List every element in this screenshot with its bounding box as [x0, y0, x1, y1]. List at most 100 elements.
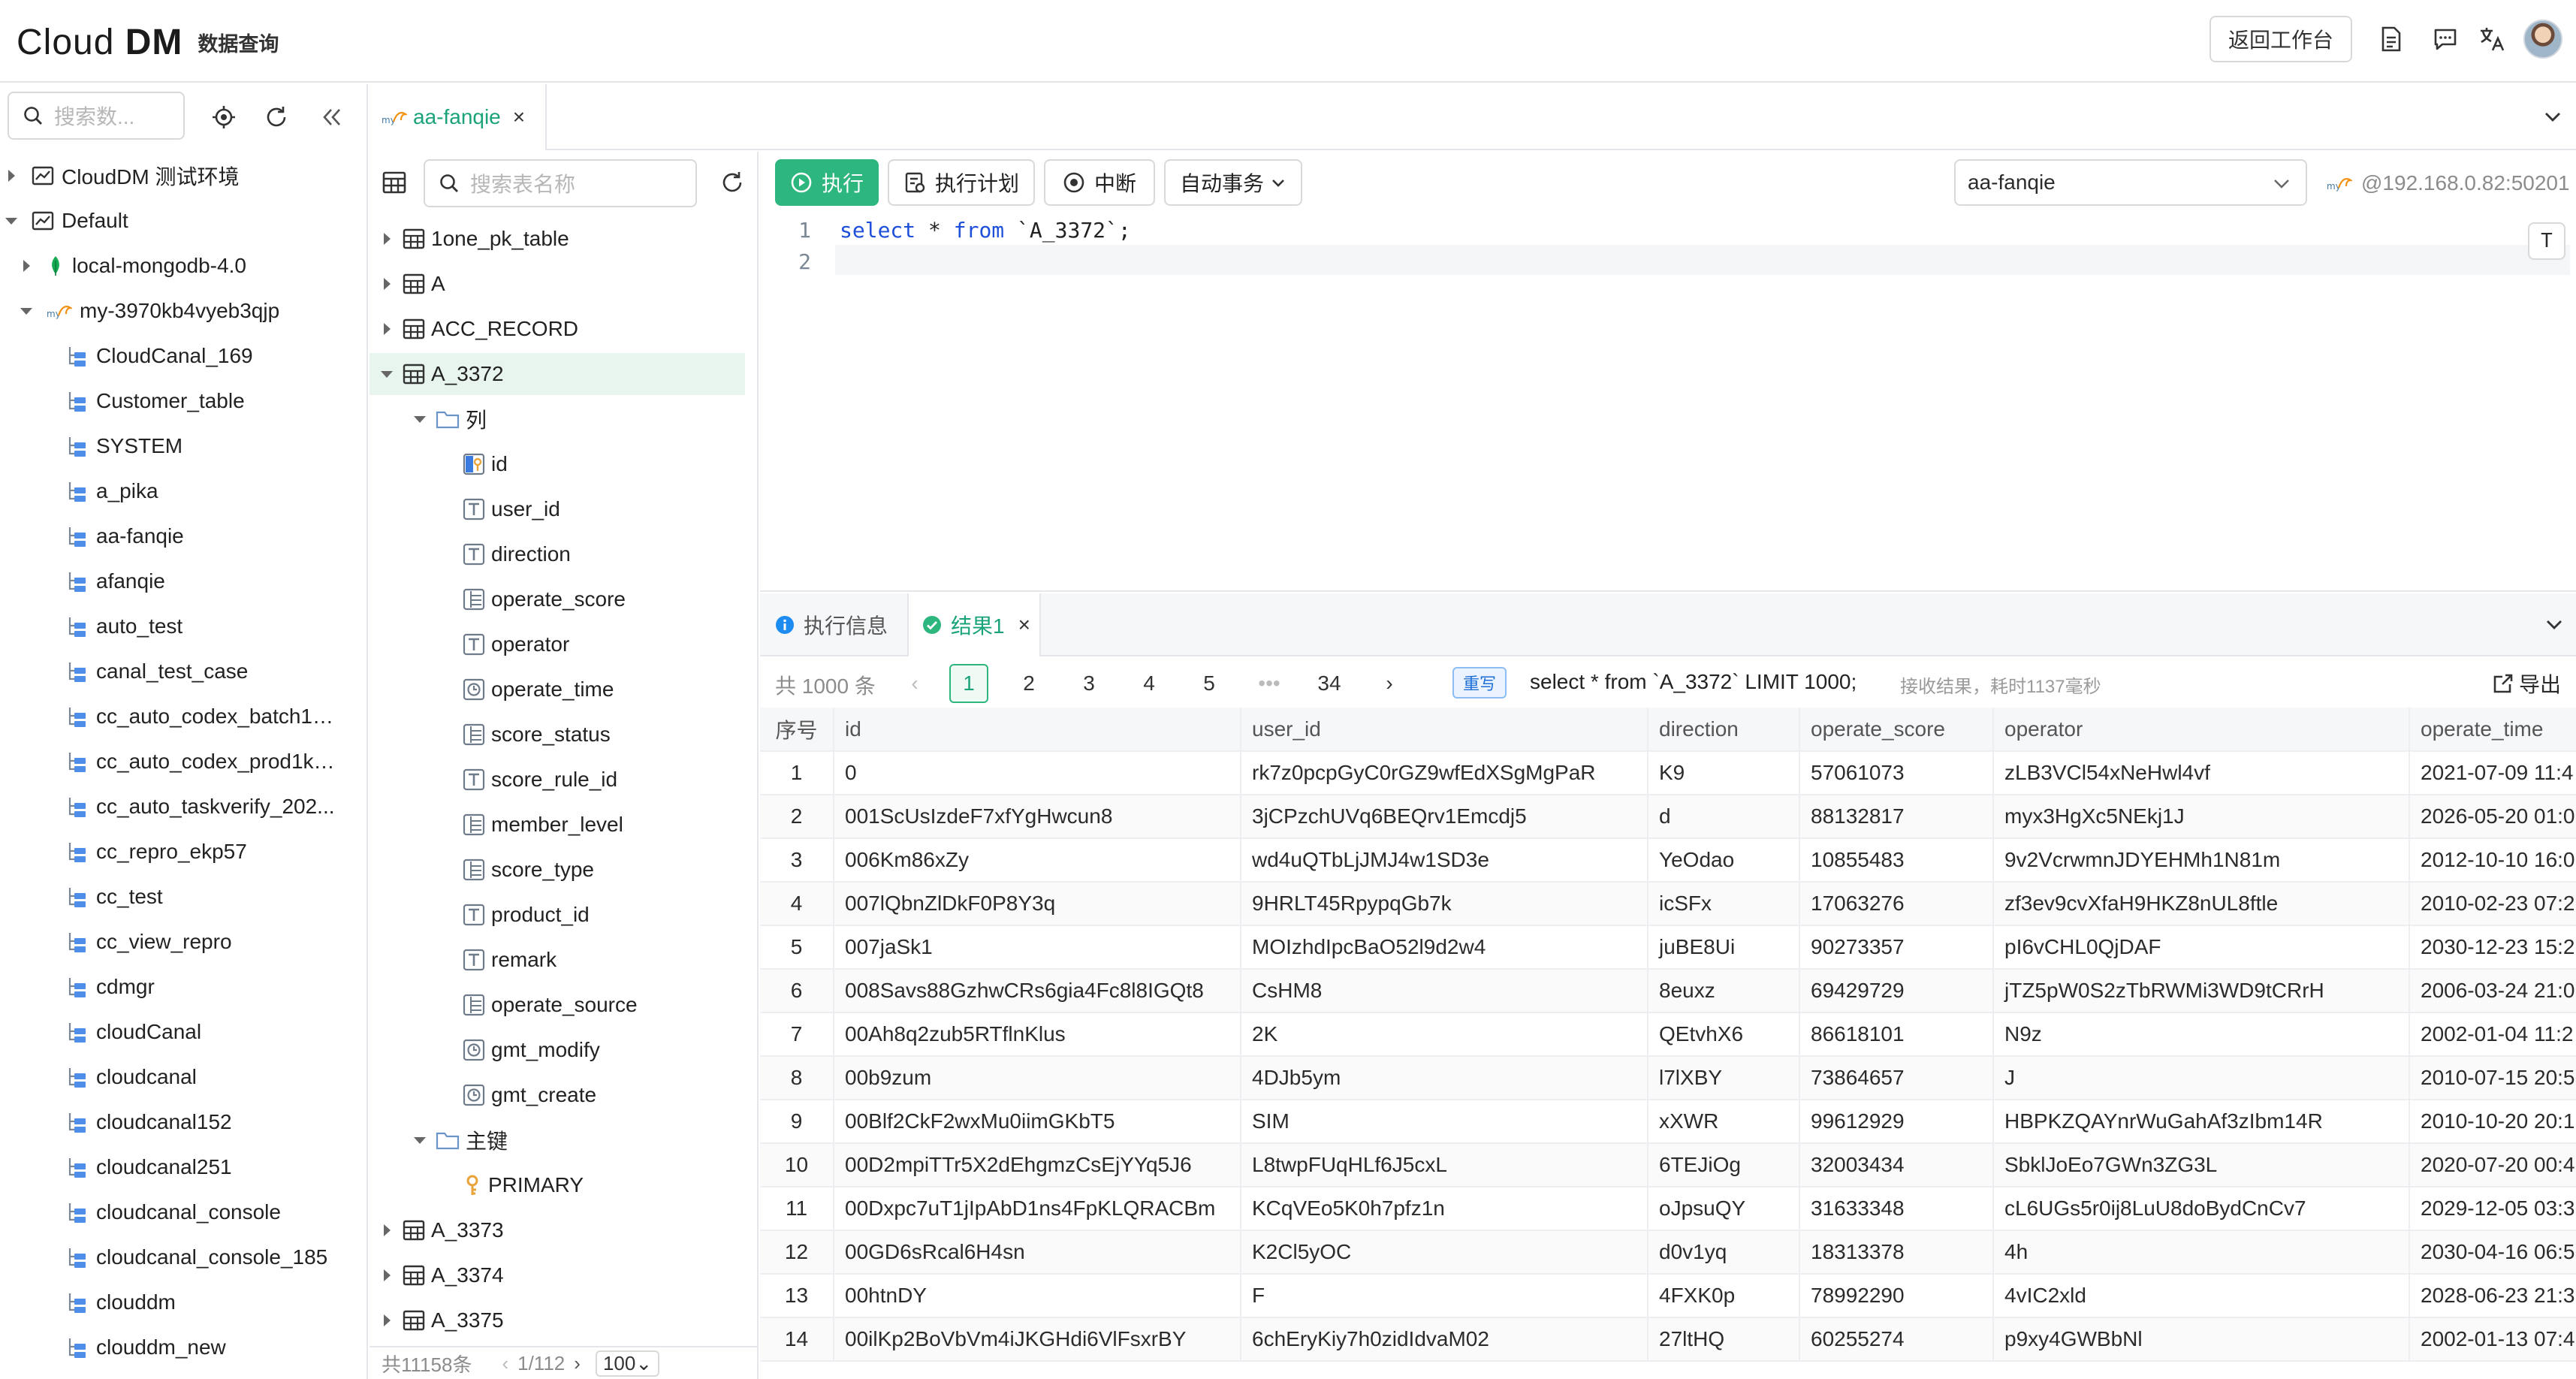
caret-right-icon[interactable] — [44, 618, 66, 635]
column-header-operator[interactable]: operator — [1993, 708, 2410, 752]
table-cell[interactable]: 2012-10-10 16:0 — [2409, 838, 2576, 883]
table-cell[interactable]: 00D2mpiTTr5X2dEhgmzCsEjYYq5J6 — [834, 1143, 1241, 1187]
table-cell[interactable]: 27ltHQ — [1648, 1317, 1800, 1362]
row-number[interactable]: 12 — [760, 1230, 834, 1275]
table-cell[interactable]: 00GD6sRcal6H4sn — [834, 1230, 1241, 1275]
table-row[interactable]: 7 00Ah8q2zub5RTflnKlus 2K QEtvhX6 86618101 N9… — [760, 1012, 2576, 1057]
column-item-score-status[interactable]: score_status — [370, 714, 745, 756]
back-to-workbench-button[interactable]: 返回工作台 — [2210, 16, 2352, 62]
row-number[interactable]: 3 — [760, 838, 834, 883]
table-cell[interactable]: 6TEJiOg — [1648, 1143, 1800, 1187]
export-button[interactable]: 导出 — [2492, 668, 2561, 699]
column-item-score-type[interactable]: score_type — [370, 849, 745, 891]
table-item-acc-record[interactable]: ACC_RECORD — [370, 308, 745, 350]
table-row[interactable]: 9 00Blf2CkF2wxMu0iimGKbT5 SIM xXWR 99612929 H… — [760, 1100, 2576, 1144]
caret-right-icon[interactable] — [44, 889, 66, 905]
caret-right-icon[interactable] — [379, 1312, 395, 1329]
table-cell[interactable]: 2K — [1241, 1012, 1648, 1057]
table-cell[interactable]: 60255274 — [1799, 1317, 1994, 1362]
table-cell[interactable]: YeOdao — [1648, 838, 1800, 883]
row-number[interactable]: 14 — [760, 1317, 834, 1362]
column-item-score-rule-id[interactable]: score_rule_id — [370, 759, 745, 801]
tree-item-clouddm[interactable]: clouddm — [0, 1280, 366, 1325]
caret-down-icon[interactable] — [379, 366, 395, 382]
table-cell[interactable]: 007lQbnZlDkF0P8Y3q — [834, 882, 1241, 926]
tree-item-auto-test[interactable]: auto_test — [0, 604, 366, 649]
caret-right-icon[interactable] — [44, 1204, 66, 1221]
table-cell[interactable]: 9v2VcrwmnJDYEHMh1N81m — [1993, 838, 2410, 883]
run-button[interactable]: 执行 — [775, 159, 879, 206]
table-cell[interactable]: 008Savs88GzhwCRs6gia4Fc8l8IGQt8 — [834, 969, 1241, 1013]
column-header-operate-score[interactable]: operate_score — [1799, 708, 1994, 752]
caret-right-icon[interactable] — [379, 321, 395, 337]
column-item-gmt-modify[interactable]: gmt_modify — [370, 1029, 745, 1071]
tree-item-cc-auto-codex-prod1k-[interactable]: cc_auto_codex_prod1k_... — [0, 739, 366, 784]
tree-item-cdmgr[interactable]: cdmgr — [0, 964, 366, 1009]
caret-down-icon[interactable] — [18, 303, 35, 319]
column-header-user-id[interactable]: user_id — [1241, 708, 1648, 752]
connection-search-input[interactable]: 搜索数... — [8, 92, 185, 140]
table-cell[interactable]: L8twpFUqHLf6J5cxL — [1241, 1143, 1648, 1187]
table-item-1one-pk-table[interactable]: 1one_pk_table — [370, 218, 745, 260]
table-cell[interactable]: 006Km86xZy — [834, 838, 1241, 883]
table-cell[interactable]: 86618101 — [1799, 1012, 1994, 1057]
table-cell[interactable]: 2020-07-20 00:4 — [2409, 1143, 2576, 1187]
caret-right-icon[interactable] — [44, 393, 66, 409]
next-page-icon[interactable]: › — [574, 1352, 581, 1375]
table-cell[interactable]: 2029-12-05 03:3 — [2409, 1187, 2576, 1231]
table-item-a-3373[interactable]: A_3373 — [370, 1209, 745, 1251]
tree-item-canal-test-case[interactable]: canal_test_case — [0, 649, 366, 694]
explain-plan-button[interactable]: 执行计划 — [888, 159, 1035, 206]
caret-right-icon[interactable] — [44, 483, 66, 499]
caret-right-icon[interactable] — [3, 167, 20, 184]
table-cell[interactable]: xXWR — [1648, 1100, 1800, 1144]
page-4[interactable]: 4 — [1130, 664, 1169, 703]
tree-item-a-pika[interactable]: a_pika — [0, 469, 366, 514]
table-cell[interactable]: N9z — [1993, 1012, 2410, 1057]
tree-item-cc-repro-ekp57[interactable]: cc_repro_ekp57 — [0, 829, 366, 874]
column-item-product-id[interactable]: product_id — [370, 894, 745, 936]
page-2[interactable]: 2 — [1009, 664, 1048, 703]
close-tab-icon[interactable]: × — [513, 105, 525, 129]
column-item-member-level[interactable]: member_level — [370, 804, 745, 846]
column-item-id[interactable]: id — [370, 443, 745, 485]
table-cell[interactable]: 4vIC2xld — [1993, 1274, 2410, 1318]
table-cell[interactable]: 57061073 — [1799, 751, 1994, 795]
table-cell[interactable]: l7lXBY — [1648, 1056, 1800, 1100]
table-cell[interactable]: d — [1648, 795, 1800, 839]
tree-item-cloudcanal-console[interactable]: cloudcanal_console — [0, 1190, 366, 1235]
page-1[interactable]: 1 — [949, 664, 988, 703]
table-row[interactable]: 4 007lQbnZlDkF0P8Y3q 9HRLT45RpypqGb7k icSFx… — [760, 882, 2576, 926]
tree-item-cloudcanal-169[interactable]: CloudCanal_169 — [0, 333, 366, 379]
table-cell[interactable]: 88132817 — [1799, 795, 1994, 839]
caret-right-icon[interactable] — [44, 573, 66, 590]
next-page-icon[interactable]: › — [1370, 664, 1409, 703]
table-cell[interactable]: oJpsuQY — [1648, 1187, 1800, 1231]
page-ellipsis[interactable]: ••• — [1250, 664, 1289, 703]
table-cell[interactable]: rk7z0pcpGyC0rGZ9wfEdXSgMgPaR — [1241, 751, 1648, 795]
caret-right-icon[interactable] — [44, 1294, 66, 1311]
tree-item-clouddm-[interactable]: CloudDM 测试环境 — [0, 153, 366, 198]
table-cell[interactable]: zLB3VCl54xNeHwl4vf — [1993, 751, 2410, 795]
table-cell[interactable]: 2026-05-20 01:0 — [2409, 795, 2576, 839]
caret-right-icon[interactable] — [44, 438, 66, 454]
folder-item--[interactable]: 列 — [370, 398, 745, 440]
row-number[interactable]: 6 — [760, 969, 834, 1013]
table-cell[interactable]: myx3HgXc5NEkj1J — [1993, 795, 2410, 839]
table-cell[interactable]: 32003434 — [1799, 1143, 1994, 1187]
column-item-operate-score[interactable]: operate_score — [370, 578, 745, 620]
prev-page-icon[interactable]: ‹ — [502, 1352, 508, 1375]
table-cell[interactable]: pI6vCHL0QjDAF — [1993, 925, 2410, 970]
table-cell[interactable]: 00Dxpc7uT1jIpAbD1ns4FpKLQRACBm — [834, 1187, 1241, 1231]
tree-item-afanqie[interactable]: afanqie — [0, 559, 366, 604]
table-row[interactable]: 8 00b9zum 4DJb5ym l7lXBY 73864657 J 2010-07-15… — [760, 1056, 2576, 1100]
caret-right-icon[interactable] — [379, 1222, 395, 1239]
refresh-icon[interactable] — [261, 102, 291, 132]
prev-page-icon[interactable]: ‹ — [895, 664, 934, 703]
table-cell[interactable]: 78992290 — [1799, 1274, 1994, 1318]
row-number[interactable]: 10 — [760, 1143, 834, 1187]
column-header--[interactable]: 序号 — [760, 708, 834, 752]
transaction-mode-dropdown[interactable]: 自动事务 — [1164, 159, 1302, 206]
table-cell[interactable]: icSFx — [1648, 882, 1800, 926]
table-cell[interactable]: jTZ5pW0S2zTbRWMi3WD9tCRrH — [1993, 969, 2410, 1013]
